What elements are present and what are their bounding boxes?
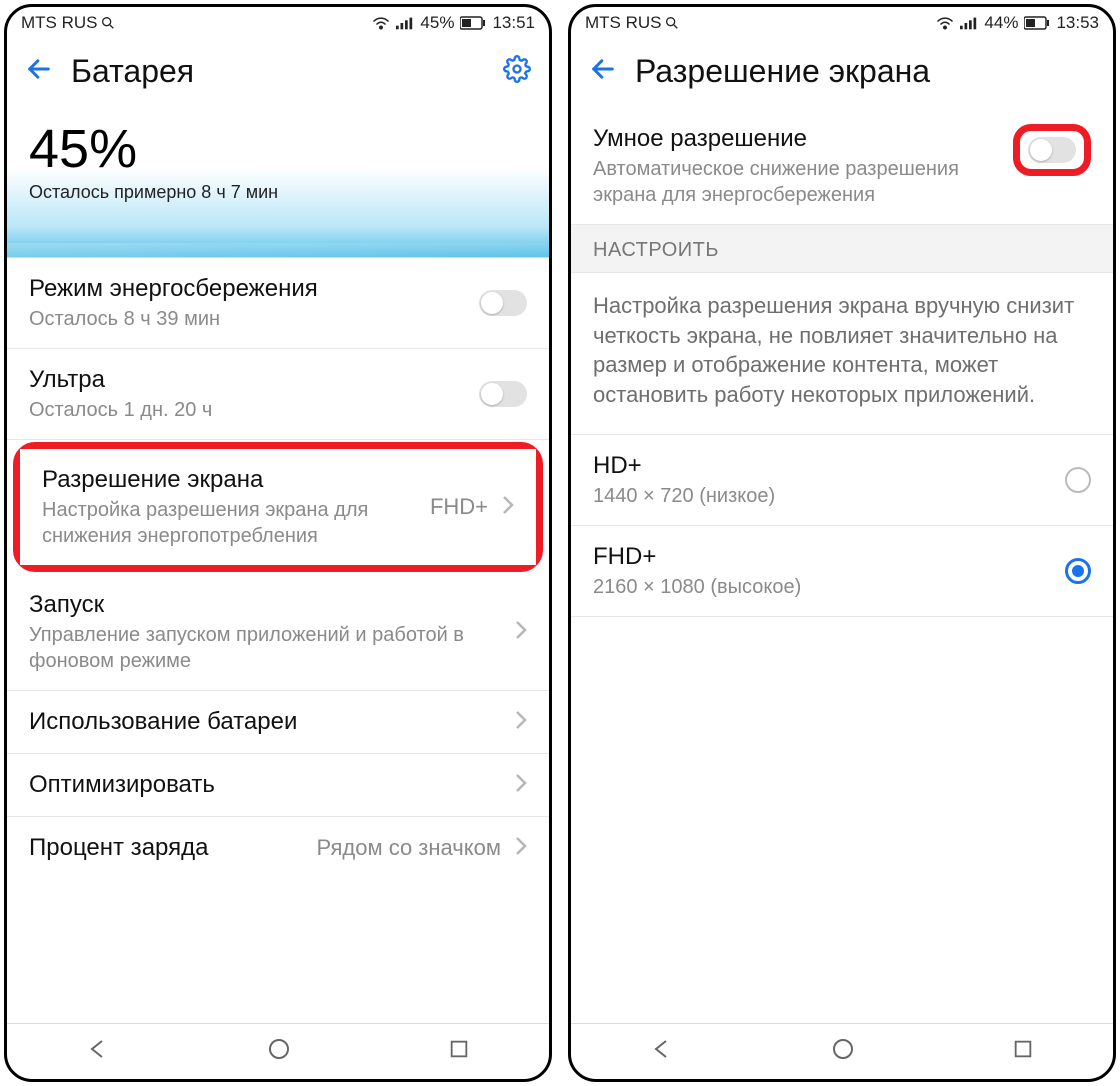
nav-back-button[interactable]: [650, 1037, 674, 1066]
battery-icon: [1024, 16, 1050, 30]
phone-left: MTS RUS 45% 13:51 Батарея: [4, 4, 552, 1082]
wifi-icon: [936, 16, 954, 30]
signal-icon: [960, 16, 978, 30]
chevron-right-icon: [515, 620, 527, 645]
row-sub: 2160 × 1080 (высокое): [593, 574, 1051, 600]
row-smart-resolution[interactable]: Умное разрешение Автоматическое снижение…: [571, 108, 1113, 225]
row-battery-usage[interactable]: Использование батареи: [7, 691, 549, 754]
battery-hero: 45% Осталось примерно 8 ч 7 мин: [7, 108, 549, 258]
carrier-label: MTS RUS: [21, 13, 98, 33]
chevron-right-icon: [515, 836, 527, 861]
row-value: FHD+: [430, 494, 488, 520]
row-sub: Автоматическое снижение разрешения экран…: [593, 156, 999, 208]
header: Разрешение экрана: [571, 39, 1113, 108]
smart-resolution-toggle[interactable]: [1028, 137, 1076, 163]
row-title: Оптимизировать: [29, 770, 501, 800]
status-bar: MTS RUS 45% 13:51: [7, 7, 549, 39]
chevron-right-icon: [502, 495, 514, 520]
row-title: Умное разрешение: [593, 124, 999, 154]
search-icon: [100, 15, 116, 31]
row-sub: Осталось 1 дн. 20 ч: [29, 397, 465, 423]
row-fhd-option[interactable]: FHD+ 2160 × 1080 (высокое): [571, 526, 1113, 617]
back-button[interactable]: [25, 55, 53, 88]
row-sub: Настройка разрешения экрана для снижения…: [42, 497, 416, 549]
time-label: 13:53: [1056, 13, 1099, 33]
wifi-icon: [372, 16, 390, 30]
search-icon: [664, 15, 680, 31]
time-label: 13:51: [492, 13, 535, 33]
row-title: HD+: [593, 451, 1051, 481]
power-saving-toggle[interactable]: [479, 290, 527, 316]
section-header-configure: НАСТРОИТЬ: [571, 225, 1113, 273]
row-title: Разрешение экрана: [42, 465, 416, 495]
battery-remaining: Осталось примерно 8 ч 7 мин: [29, 182, 527, 203]
row-title: Запуск: [29, 590, 501, 620]
row-ultra[interactable]: Ультра Осталось 1 дн. 20 ч: [7, 349, 549, 440]
row-hd-option[interactable]: HD+ 1440 × 720 (низкое): [571, 435, 1113, 526]
row-title: Ультра: [29, 365, 465, 395]
page-title: Батарея: [71, 53, 485, 90]
nav-home-button[interactable]: [831, 1037, 855, 1066]
page-title: Разрешение экрана: [635, 53, 1095, 90]
settings-gear-button[interactable]: [503, 55, 531, 88]
row-launch[interactable]: Запуск Управление запуском приложений и …: [7, 574, 549, 691]
battery-pct-label: 44%: [984, 13, 1018, 33]
row-title: FHD+: [593, 542, 1051, 572]
settings-list: Умное разрешение Автоматическое снижение…: [571, 108, 1113, 1023]
ultra-toggle[interactable]: [479, 381, 527, 407]
row-sub: 1440 × 720 (низкое): [593, 483, 1051, 509]
row-title: Режим энергосбережения: [29, 274, 465, 304]
row-sub: Управление запуском приложений и работой…: [29, 622, 501, 674]
highlight-smart-toggle: [1013, 124, 1091, 176]
row-optimize[interactable]: Оптимизировать: [7, 754, 549, 817]
nav-bar: [7, 1023, 549, 1079]
info-text: Настройка разрешения экрана вручную сниз…: [571, 273, 1113, 435]
settings-list: Режим энергосбережения Осталось 8 ч 39 м…: [7, 258, 549, 1023]
nav-recent-button[interactable]: [1012, 1038, 1034, 1065]
row-screen-resolution[interactable]: Разрешение экрана Настройка разрешения э…: [20, 449, 536, 565]
battery-percentage: 45%: [29, 118, 527, 180]
nav-recent-button[interactable]: [448, 1038, 470, 1065]
header: Батарея: [7, 39, 549, 108]
back-button[interactable]: [589, 55, 617, 88]
fhd-radio[interactable]: [1065, 558, 1091, 584]
chevron-right-icon: [515, 710, 527, 735]
row-power-saving[interactable]: Режим энергосбережения Осталось 8 ч 39 м…: [7, 258, 549, 349]
battery-icon: [460, 16, 486, 30]
signal-icon: [396, 16, 414, 30]
carrier-label: MTS RUS: [585, 13, 662, 33]
row-title: Использование батареи: [29, 707, 501, 737]
row-sub: Осталось 8 ч 39 мин: [29, 306, 465, 332]
nav-bar: [571, 1023, 1113, 1079]
nav-home-button[interactable]: [267, 1037, 291, 1066]
status-bar: MTS RUS 44% 13:53: [571, 7, 1113, 39]
chevron-right-icon: [515, 773, 527, 798]
phone-right: MTS RUS 44% 13:53 Разрешение экрана: [568, 4, 1116, 1082]
battery-pct-label: 45%: [420, 13, 454, 33]
nav-back-button[interactable]: [86, 1037, 110, 1066]
highlight-resolution: Разрешение экрана Настройка разрешения э…: [13, 442, 543, 572]
hd-radio[interactable]: [1065, 467, 1091, 493]
row-percent-display[interactable]: Процент заряда Рядом со значком: [7, 817, 549, 879]
row-value: Рядом со значком: [317, 835, 501, 861]
row-title: Процент заряда: [29, 833, 303, 863]
